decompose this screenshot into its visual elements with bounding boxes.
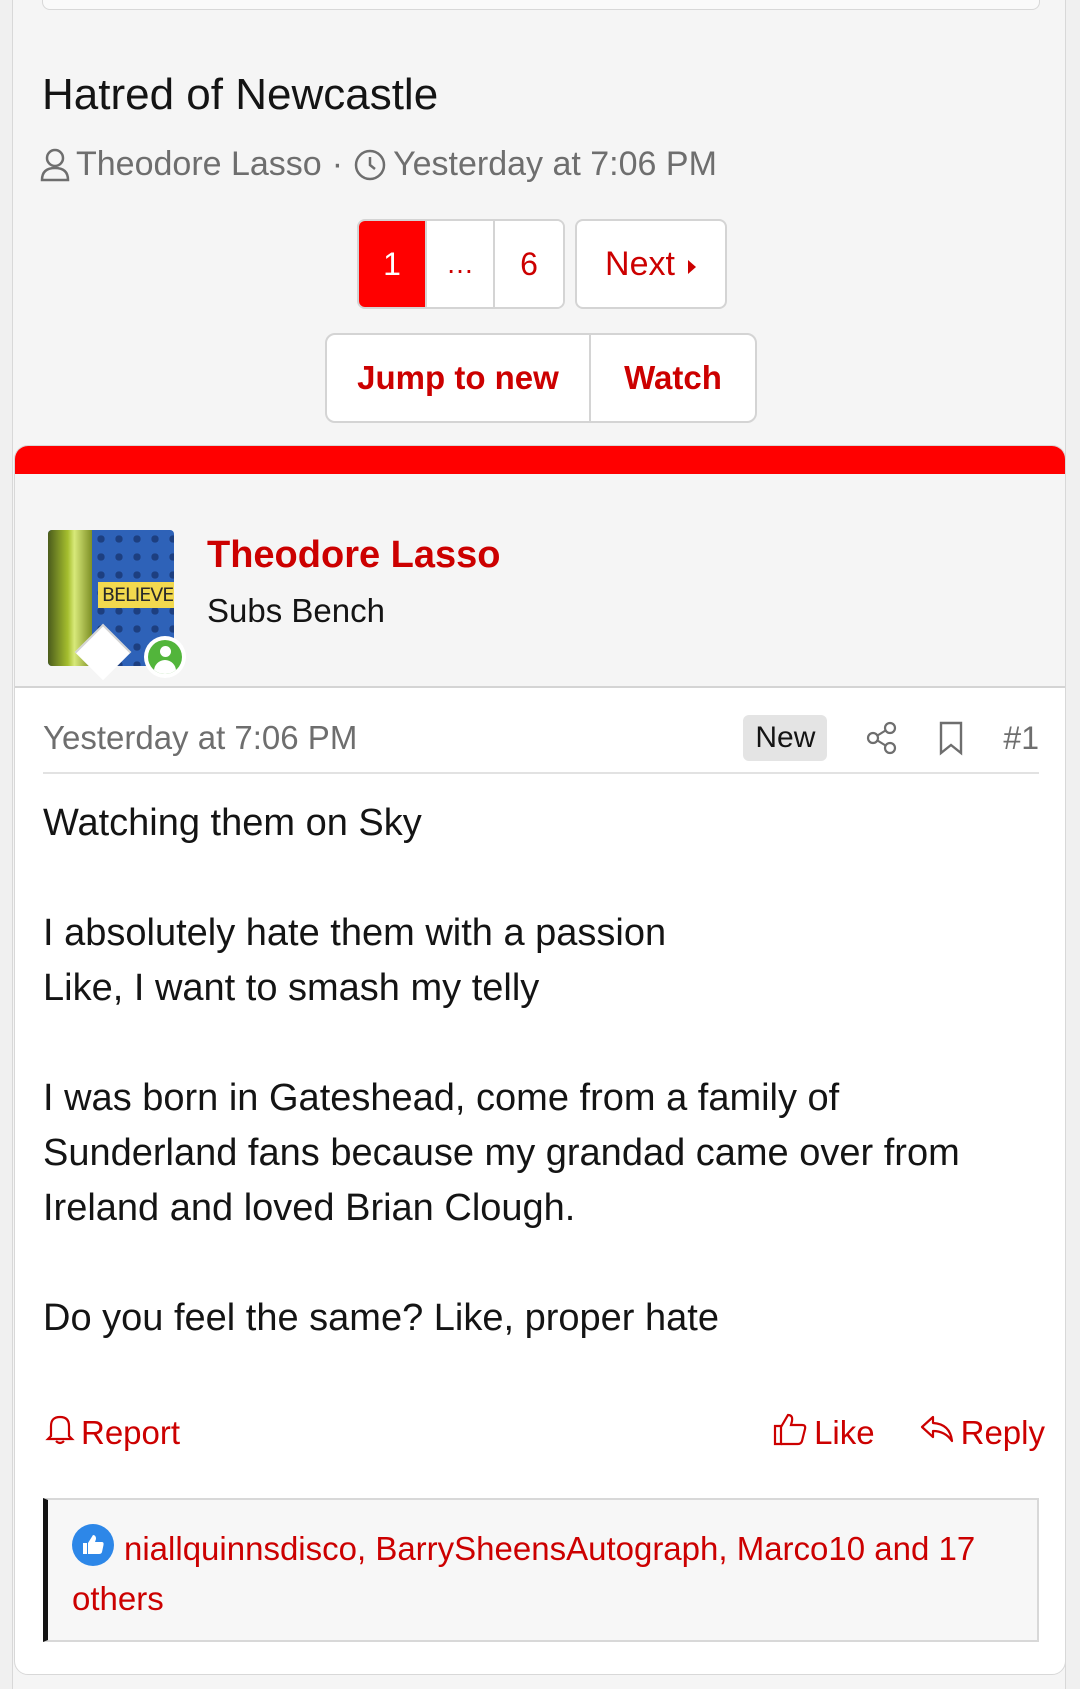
post-number-link[interactable]: #1 [1003, 720, 1039, 757]
thread-title: Hatred of Newcastle [42, 70, 439, 119]
thread-actions: Jump to new Watch [325, 333, 757, 423]
jump-to-new-button[interactable]: Jump to new [327, 335, 591, 421]
meta-separator: · [331, 145, 344, 183]
post-body-line: Watching them on Sky [43, 802, 422, 844]
next-page-button[interactable]: Next [575, 219, 727, 309]
post-body-line: I absolutely hate them with a passion [43, 912, 667, 954]
like-label: Like [814, 1414, 875, 1451]
report-button[interactable]: Report [45, 1412, 180, 1454]
reactions-list[interactable]: niallquinnsdisco, BarrySheensAutograph, … [72, 1530, 975, 1617]
caret-right-icon [687, 245, 697, 284]
user-title: Subs Bench [207, 592, 385, 629]
post-card: BELIEVE Theodore Lasso Subs Bench Yester… [14, 445, 1066, 1675]
previous-card [42, 0, 1040, 10]
reply-button[interactable]: Reply [919, 1411, 1045, 1455]
bookmark-icon[interactable] [937, 720, 965, 756]
like-reaction-icon [72, 1524, 114, 1566]
next-label: Next [605, 244, 675, 283]
page-jump-button[interactable]: … [427, 221, 495, 307]
page-6-button[interactable]: 6 [495, 221, 563, 307]
post-body-line: I was born in Gateshead, come from a fam… [43, 1077, 840, 1119]
thread-date[interactable]: Yesterday at 7:06 PM [393, 145, 717, 184]
post-meta: Yesterday at 7:06 PM New #1 [43, 704, 1039, 774]
reply-icon [919, 1412, 955, 1454]
bell-icon [45, 1412, 75, 1454]
thread-meta: Theodore Lasso · Yesterday at 7:06 PM [40, 145, 717, 184]
user-icon [40, 148, 70, 182]
report-label: Report [81, 1414, 181, 1451]
new-badge: New [743, 715, 828, 761]
share-icon[interactable] [865, 721, 899, 755]
post-username[interactable]: Theodore Lasso [207, 534, 501, 577]
page-numbers: 1 … 6 [357, 219, 565, 309]
post-body: Watching them on Sky I absolutely hate th… [43, 796, 1043, 1346]
post-date[interactable]: Yesterday at 7:06 PM [43, 719, 357, 757]
watch-button[interactable]: Watch [591, 335, 755, 421]
like-button[interactable]: Like [772, 1411, 875, 1455]
post-user-block: BELIEVE Theodore Lasso Subs Bench [15, 474, 1065, 688]
post-accent-bar [15, 446, 1065, 474]
clock-icon [353, 148, 387, 182]
pagination: 1 … 6 Next [357, 219, 727, 309]
page-1-button[interactable]: 1 [359, 221, 427, 307]
avatar-believe-sign: BELIEVE [98, 582, 174, 608]
thumbs-up-icon [772, 1411, 808, 1455]
thread-author[interactable]: Theodore Lasso [76, 145, 322, 184]
online-status-icon [144, 636, 186, 678]
post-body-line: Like, I want to smash my telly [43, 967, 540, 1009]
post-body-line: Ireland and loved Brian Clough. [43, 1187, 576, 1229]
post-body-line: Sunderland fans because my grandad came … [43, 1132, 960, 1174]
reply-label: Reply [960, 1414, 1045, 1451]
post-footer: Report Like Reply [45, 1408, 1045, 1458]
post-body-line: Do you feel the same? Like, proper hate [43, 1297, 719, 1339]
reactions-bar[interactable]: niallquinnsdisco, BarrySheensAutograph, … [43, 1498, 1039, 1642]
